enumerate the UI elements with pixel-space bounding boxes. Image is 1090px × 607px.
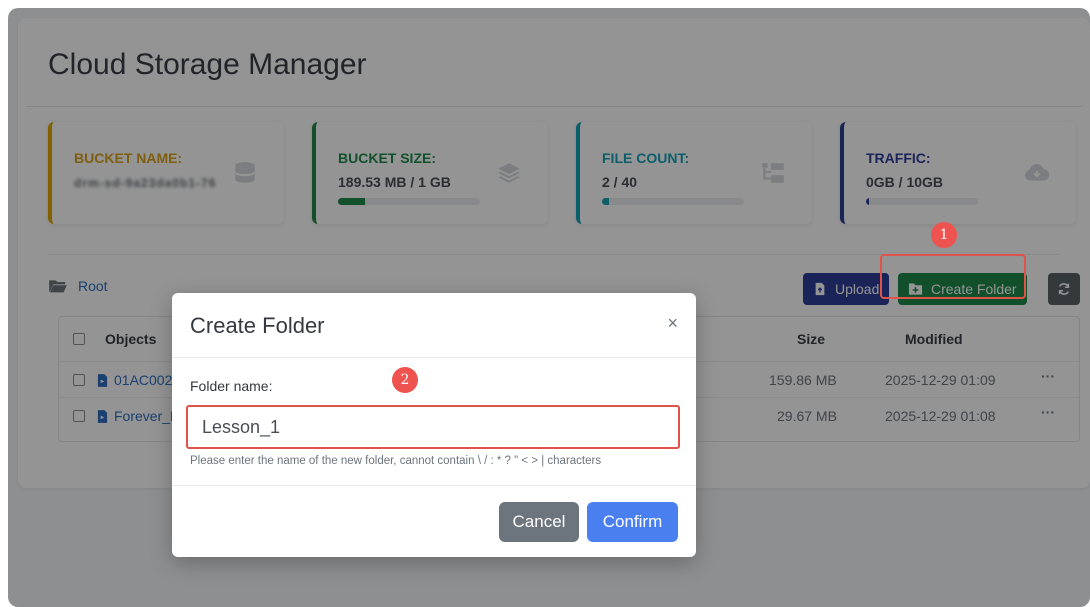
step-marker-1: 1 [931,222,957,248]
create-folder-dialog: Create Folder × Folder name: Please ente… [172,293,696,557]
confirm-button[interactable]: Confirm [587,502,678,542]
divider [172,485,696,486]
highlight-box-create-folder [880,254,1026,299]
divider [172,357,696,358]
folder-name-label: Folder name: [190,378,273,394]
close-icon[interactable]: × [667,313,678,334]
dialog-title: Create Folder [190,313,325,338]
cancel-button[interactable]: Cancel [499,502,579,542]
folder-name-input[interactable] [186,405,680,449]
folder-name-help: Please enter the name of the new folder,… [190,455,602,467]
step-marker-2: 2 [392,367,418,393]
